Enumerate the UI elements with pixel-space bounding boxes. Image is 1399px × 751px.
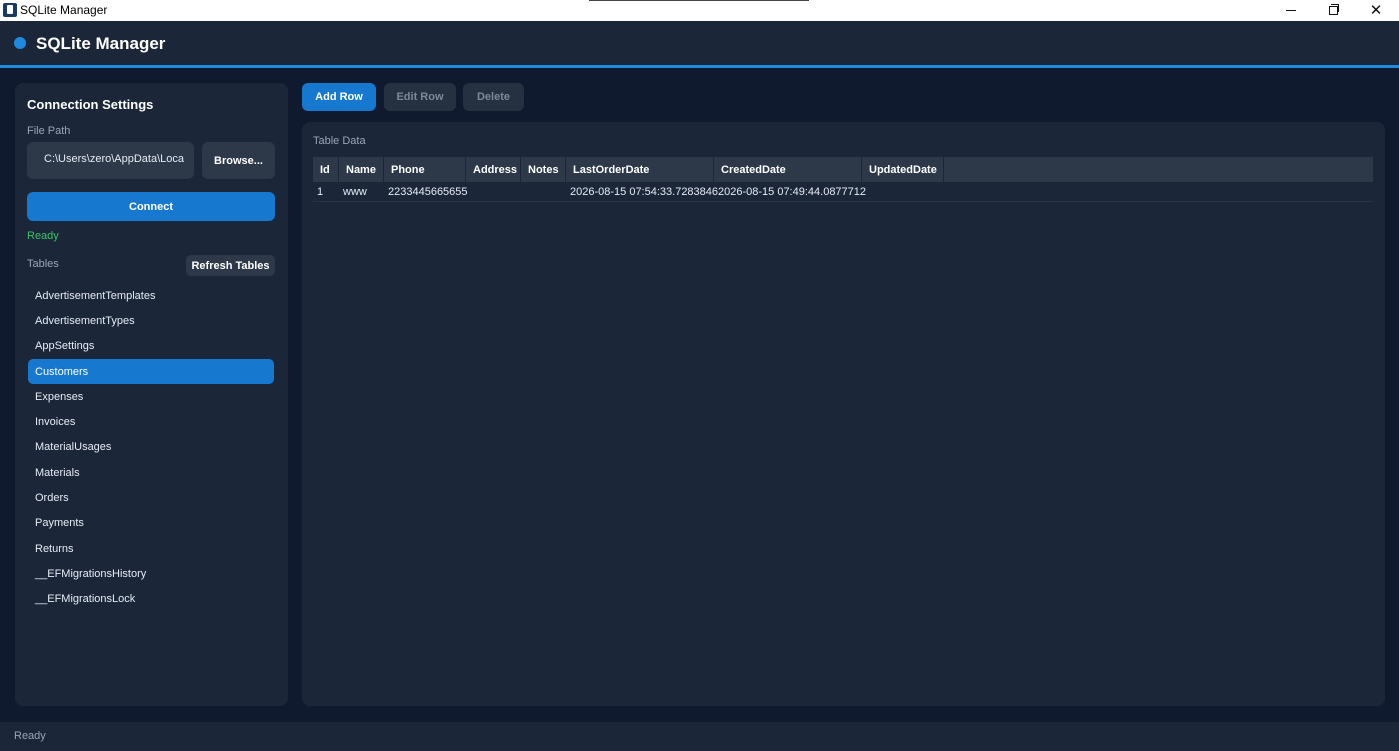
tables-label: Tables — [27, 258, 59, 270]
app-header: SQLite Manager — [0, 21, 1399, 65]
file-path-input[interactable]: C:\Users\zero\AppData\Loca — [27, 142, 194, 179]
table-list-item[interactable]: AdvertisementTemplates — [28, 283, 274, 308]
table-list-item[interactable]: Invoices — [28, 409, 274, 434]
delete-button[interactable]: Delete — [463, 83, 524, 111]
table-list-item[interactable]: MaterialUsages — [28, 435, 274, 460]
file-path-label: File Path — [27, 125, 71, 137]
browse-button[interactable]: Browse... — [202, 142, 275, 179]
header-accent-line — [0, 65, 1399, 68]
minimize-icon — [1286, 10, 1296, 11]
column-header[interactable]: Name — [339, 157, 384, 182]
app-title: SQLite Manager — [36, 34, 166, 53]
close-button[interactable]: ✕ — [1353, 0, 1399, 21]
column-header[interactable]: CreatedDate — [714, 157, 862, 182]
add-row-button[interactable]: Add Row — [302, 83, 376, 111]
column-header[interactable]: Address — [466, 157, 521, 182]
restore-icon — [1328, 4, 1339, 15]
table-data-panel: Table Data Id Name Phone Address Notes LastOr… — [302, 122, 1385, 706]
table-cell: 1 — [317, 185, 324, 198]
close-icon: ✕ — [1369, 2, 1383, 19]
table-cell — [521, 182, 566, 201]
connect-button[interactable]: Connect — [27, 192, 275, 221]
table-list-item[interactable]: Expenses — [28, 384, 274, 409]
connection-status: Ready — [27, 230, 59, 242]
column-header[interactable]: UpdatedDate — [862, 157, 944, 182]
table-cell: 2233445665655 — [388, 185, 468, 198]
window-title: SQLite Manager — [20, 3, 108, 17]
table-cell: 2026-08-15 07:49:44.0877712 — [718, 185, 867, 198]
status-bar-text: Ready — [14, 730, 46, 742]
status-dot-icon — [14, 37, 26, 49]
column-header[interactable]: Phone — [384, 157, 466, 182]
connection-settings-heading: Connection Settings — [27, 97, 154, 112]
table-list-item[interactable]: __EFMigrationsHistory — [28, 561, 274, 586]
table-list-item[interactable]: AppSettings — [28, 334, 274, 359]
table-list-item[interactable]: Customers — [28, 358, 274, 385]
table-cell: 2026-08-15 07:54:33.7283846 — [570, 185, 719, 198]
restore-button[interactable] — [1310, 0, 1356, 21]
edit-row-button[interactable]: Edit Row — [384, 83, 456, 111]
column-header[interactable]: Notes — [521, 157, 566, 182]
title-bar-divider — [589, 0, 809, 1]
table-data-label: Table Data — [313, 135, 366, 147]
data-grid[interactable]: Id Name Phone Address Notes LastOrderDate Crea… — [313, 157, 1373, 202]
column-header[interactable]: LastOrderDate — [566, 157, 714, 182]
table-list-item[interactable]: AdvertisementTypes — [28, 308, 274, 333]
refresh-tables-button[interactable]: Refresh Tables — [186, 255, 275, 276]
grid-body: 1 www 2233445665655 2026-08-15 07:54:33.728… — [313, 182, 1373, 202]
table-row[interactable]: 1 www 2233445665655 2026-08-15 07:54:33.728… — [313, 182, 1373, 202]
table-list-item[interactable]: Orders — [28, 485, 274, 510]
table-cell — [466, 182, 521, 201]
minimize-button[interactable] — [1268, 0, 1314, 21]
status-bar: Ready — [0, 722, 1399, 751]
column-header[interactable]: Id — [313, 157, 339, 182]
window-title-bar: SQLite Manager ✕ — [0, 0, 1399, 21]
grid-header: Id Name Phone Address Notes LastOrderDate Crea… — [313, 157, 1373, 182]
app-icon — [3, 3, 17, 17]
table-list-item[interactable]: Returns — [28, 536, 274, 561]
table-list-item[interactable]: Payments — [28, 511, 274, 536]
tables-list: AdvertisementTemplates AdvertisementTypes… — [28, 283, 274, 612]
table-list-item[interactable]: __EFMigrationsLock — [28, 587, 274, 612]
table-cell: www — [343, 185, 367, 198]
table-cell — [862, 182, 944, 201]
connection-panel: Connection Settings File Path C:\Users\z… — [15, 83, 288, 706]
table-list-item[interactable]: Materials — [28, 460, 274, 485]
